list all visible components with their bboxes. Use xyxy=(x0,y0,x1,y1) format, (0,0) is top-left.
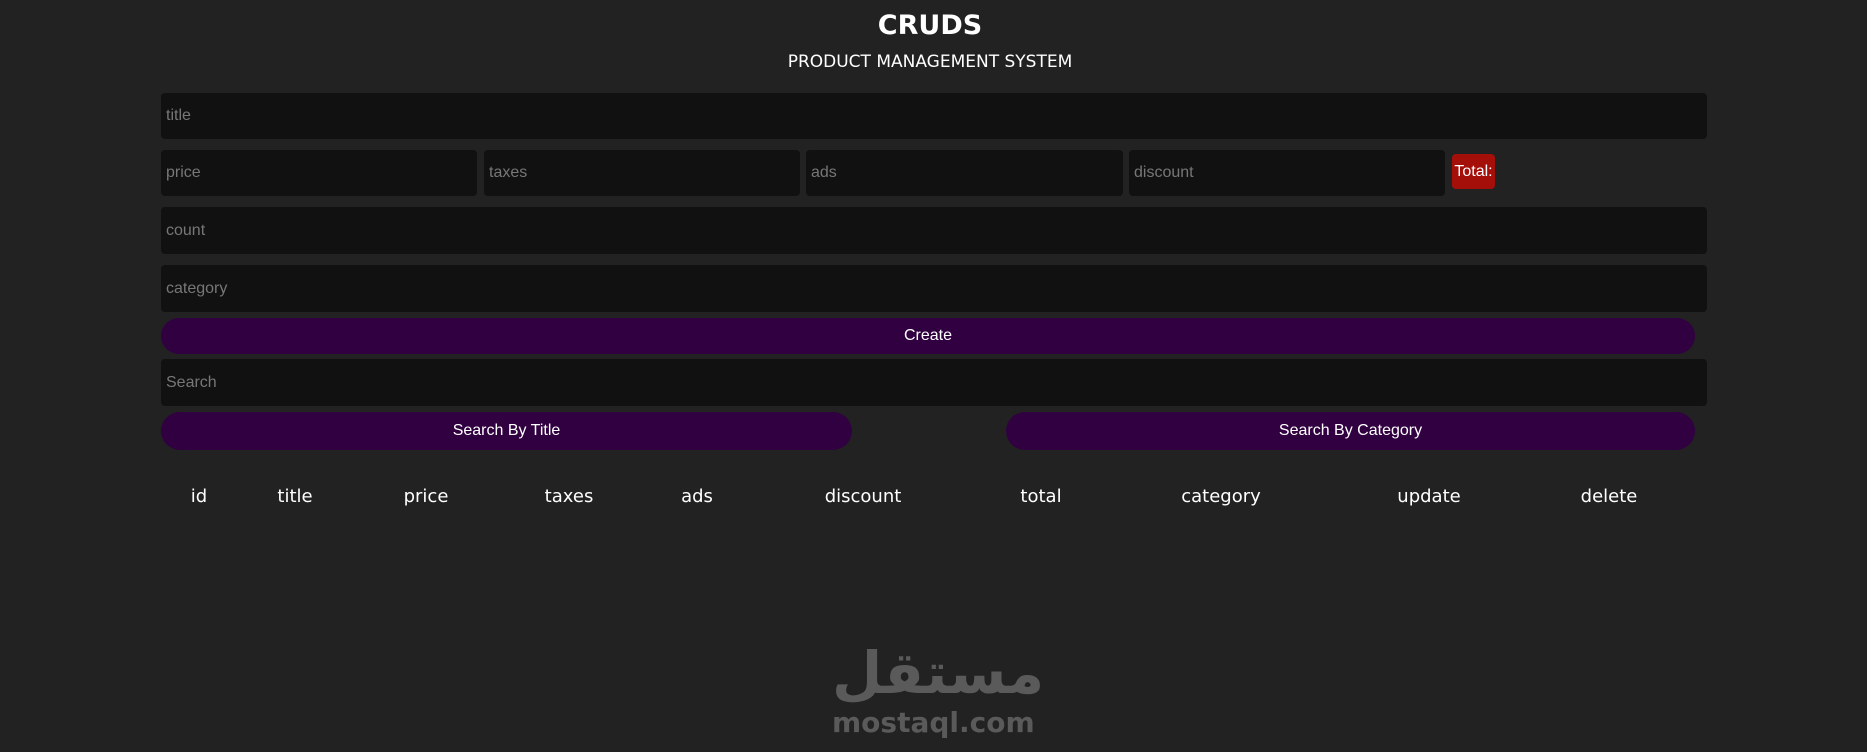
header-id: id xyxy=(190,486,208,507)
header-update: update xyxy=(1397,486,1461,507)
header-title: title xyxy=(277,486,313,507)
header-delete: delete xyxy=(1580,486,1638,507)
app-subtitle: PRODUCT MANAGEMENT SYSTEM xyxy=(787,52,1073,72)
title-input[interactable] xyxy=(161,93,1707,139)
price-input[interactable] xyxy=(161,150,477,196)
header-category: category xyxy=(1181,486,1261,507)
discount-input[interactable] xyxy=(1129,150,1445,196)
watermark-latin: mostaql.com xyxy=(832,706,1035,739)
total-badge: Total: xyxy=(1452,154,1495,189)
header-ads: ads xyxy=(681,486,713,507)
header-taxes: taxes xyxy=(544,486,594,507)
ads-input[interactable] xyxy=(806,150,1123,196)
count-input[interactable] xyxy=(161,207,1707,254)
header-total: total xyxy=(1020,486,1062,507)
search-by-category-button[interactable]: Search By Category xyxy=(1006,412,1695,450)
watermark-arabic: مستقل xyxy=(832,639,1045,707)
app-title: CRUDS xyxy=(877,10,983,41)
header-price: price xyxy=(403,486,449,507)
taxes-input[interactable] xyxy=(484,150,800,196)
header-discount: discount xyxy=(824,486,902,507)
search-by-title-button[interactable]: Search By Title xyxy=(161,412,852,450)
search-input[interactable] xyxy=(161,359,1707,406)
category-input[interactable] xyxy=(161,265,1707,312)
mostaql-watermark: مستقل mostaql.com xyxy=(832,638,1045,739)
create-button[interactable]: Create xyxy=(161,318,1695,354)
